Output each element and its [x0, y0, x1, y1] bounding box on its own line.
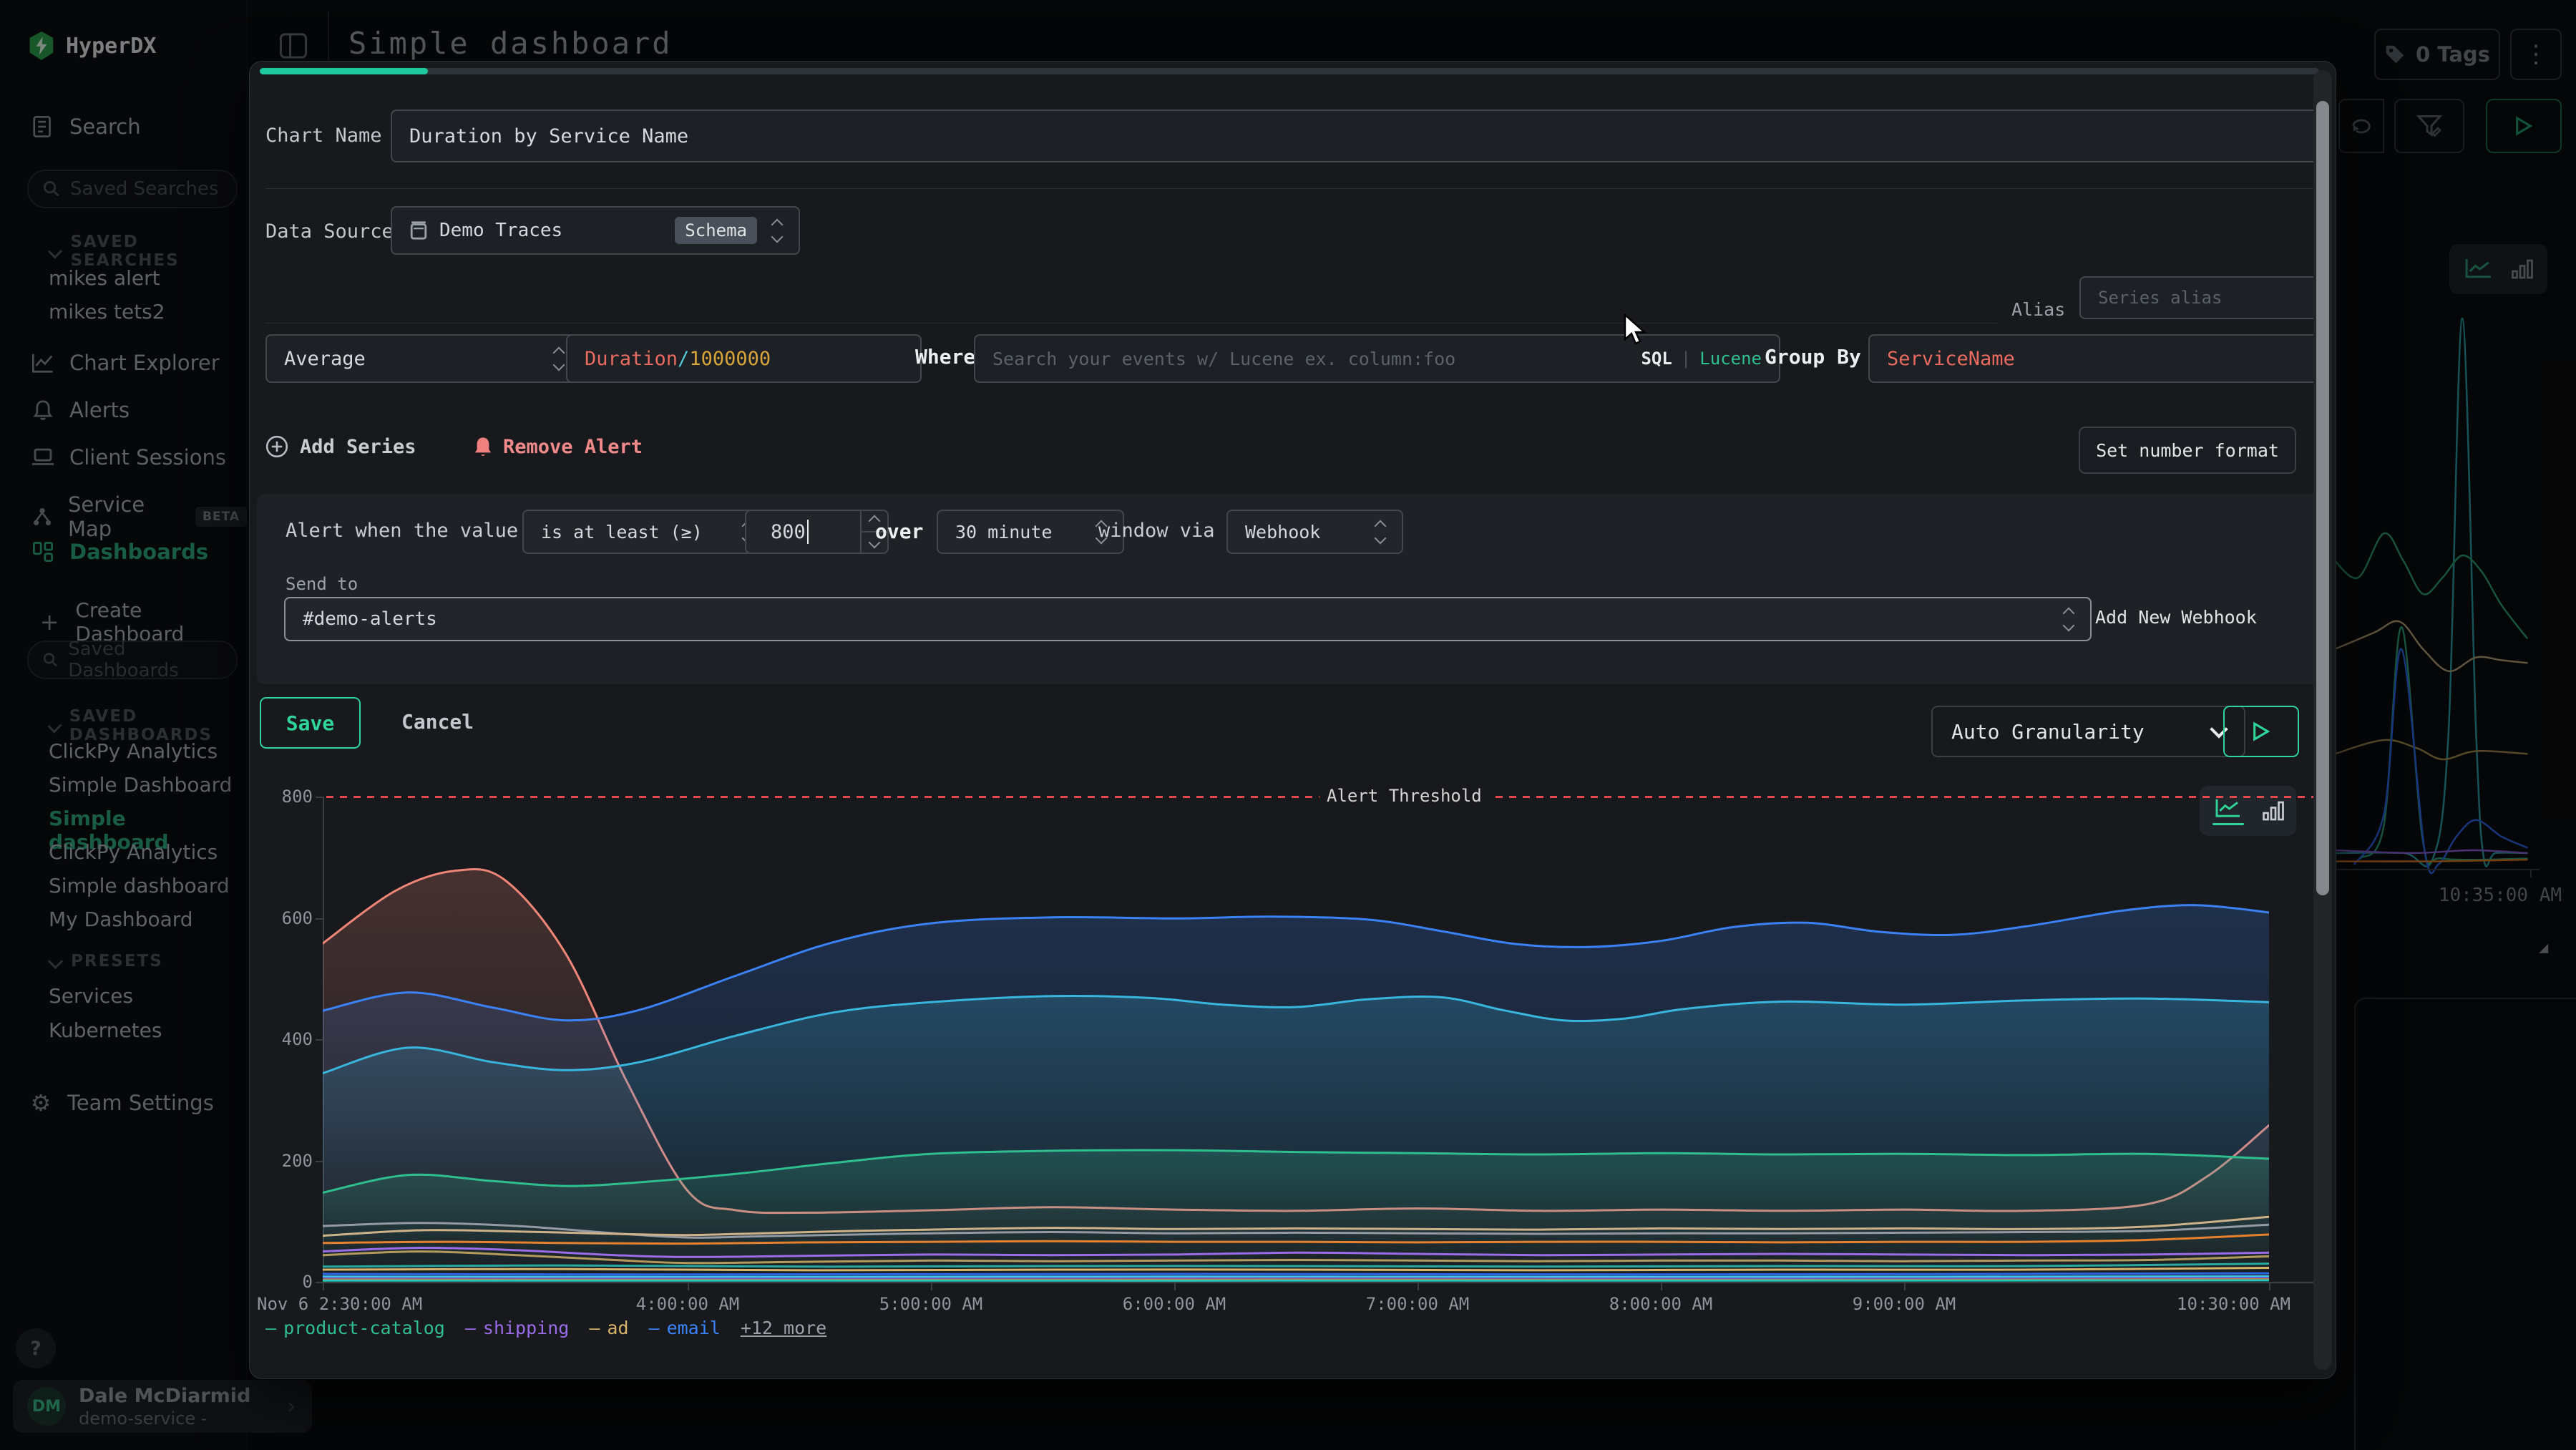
progress-fill	[260, 68, 428, 74]
group-by-label: Group By	[1765, 345, 1861, 369]
alert-bell-icon	[473, 435, 493, 458]
database-icon	[409, 220, 428, 240]
alert-window-select[interactable]: 30 minute	[937, 510, 1124, 554]
x-tick-label: 10:30:00 AM	[2047, 1294, 2290, 1314]
x-tick-label: 4:00:00 AM	[566, 1294, 809, 1314]
legend-more-link[interactable]: +12 more	[741, 1318, 826, 1338]
schema-badge: Schema	[675, 217, 757, 244]
select-chevrons-icon	[2064, 609, 2073, 630]
formula-op: /	[678, 348, 689, 370]
chart-legend: —product-catalog —shipping —ad —email +12 mo…	[265, 1318, 826, 1338]
legend-item: —shipping	[465, 1318, 569, 1338]
alias-label: Alias	[2011, 299, 2065, 320]
y-tick-label: 400	[250, 1029, 313, 1049]
alert-condition-select[interactable]: is at least (≥)	[522, 510, 771, 554]
set-number-format-button[interactable]: Set number format	[2079, 427, 2296, 474]
alert-prefix-label: Alert when the value	[286, 520, 518, 542]
send-to-select[interactable]: #demo-alerts	[284, 597, 2092, 641]
legend-item: —ad	[589, 1318, 628, 1338]
screen: HyperDX Search Saved Searches SAVED SEAR…	[0, 0, 2576, 1450]
chart-name-input[interactable]: Duration by Service Name	[391, 110, 2331, 162]
group-by-input[interactable]: ServiceName	[1868, 334, 2331, 383]
y-tick-label: 800	[250, 787, 313, 807]
where-label: Where	[915, 345, 975, 369]
alert-channel-select[interactable]: Webhook	[1226, 510, 1403, 554]
y-tick-label: 600	[250, 908, 313, 928]
aggregation-select[interactable]: Average	[265, 334, 582, 383]
legend-item: —email	[649, 1318, 721, 1338]
play-icon	[2252, 721, 2270, 741]
over-label: over	[875, 520, 923, 543]
x-tick-label: 6:00:00 AM	[1053, 1294, 1296, 1314]
x-tick-label: 8:00:00 AM	[1539, 1294, 1782, 1314]
search-placeholder: Search your events w/ Lucene ex. column:…	[992, 349, 1455, 369]
modal-scrollbar-thumb[interactable]	[2316, 101, 2329, 895]
formula-input[interactable]: Duration/1000000	[566, 334, 922, 383]
add-series-button[interactable]: Add Series	[265, 435, 416, 458]
window-via-label: window via	[1098, 520, 1215, 542]
search-input[interactable]: Search your events w/ Lucene ex. column:…	[974, 334, 1780, 383]
select-chevrons-icon	[555, 349, 563, 369]
select-chevrons-icon	[1376, 522, 1385, 542]
chart-name-label: Chart Name	[265, 125, 382, 147]
divider	[265, 188, 2320, 189]
text-caret	[807, 520, 809, 544]
lucene-toggle[interactable]: Lucene	[1699, 349, 1762, 369]
select-chevrons-icon	[773, 220, 781, 241]
x-axis-line	[323, 1282, 2319, 1283]
legend-item: —product-catalog	[265, 1318, 445, 1338]
progress-track	[260, 68, 2319, 74]
remove-alert-button[interactable]: Remove Alert	[473, 435, 643, 458]
edit-chart-modal: Chart Name Duration by Service Name Data…	[249, 61, 2336, 1379]
data-source-select[interactable]: Demo Traces Schema	[391, 206, 800, 255]
y-tick-label: 0	[250, 1272, 313, 1292]
save-button[interactable]: Save	[260, 697, 361, 749]
mouse-cursor	[1622, 313, 1651, 346]
send-to-label: Send to	[286, 574, 358, 594]
run-chart-button[interactable]	[2223, 706, 2299, 757]
granularity-select[interactable]: Auto Granularity	[1931, 706, 2245, 757]
x-tick-label: 7:00:00 AM	[1296, 1294, 1539, 1314]
sql-toggle[interactable]: SQL	[1641, 349, 1672, 369]
y-tick-label: 200	[250, 1151, 313, 1171]
x-tick-label: 5:00:00 AM	[809, 1294, 1053, 1314]
duration-by-service-chart[interactable]	[323, 797, 2269, 1282]
x-tick-label: 9:00:00 AM	[1782, 1294, 2026, 1314]
alert-threshold-input[interactable]: 800	[745, 510, 889, 554]
x-tick-label: Nov 6 2:30:00 AM	[257, 1294, 500, 1314]
add-new-webhook-link[interactable]: Add New Webhook	[2095, 607, 2257, 628]
cancel-button[interactable]: Cancel	[401, 710, 474, 734]
formula-denominator: 1000000	[689, 348, 771, 370]
alias-placeholder: Series alias	[2098, 288, 2222, 308]
plus-circle-icon	[265, 435, 288, 458]
data-source-label: Data Source	[265, 220, 394, 243]
formula-field: Duration	[585, 348, 678, 370]
alias-input[interactable]: Series alias	[2079, 276, 2331, 319]
